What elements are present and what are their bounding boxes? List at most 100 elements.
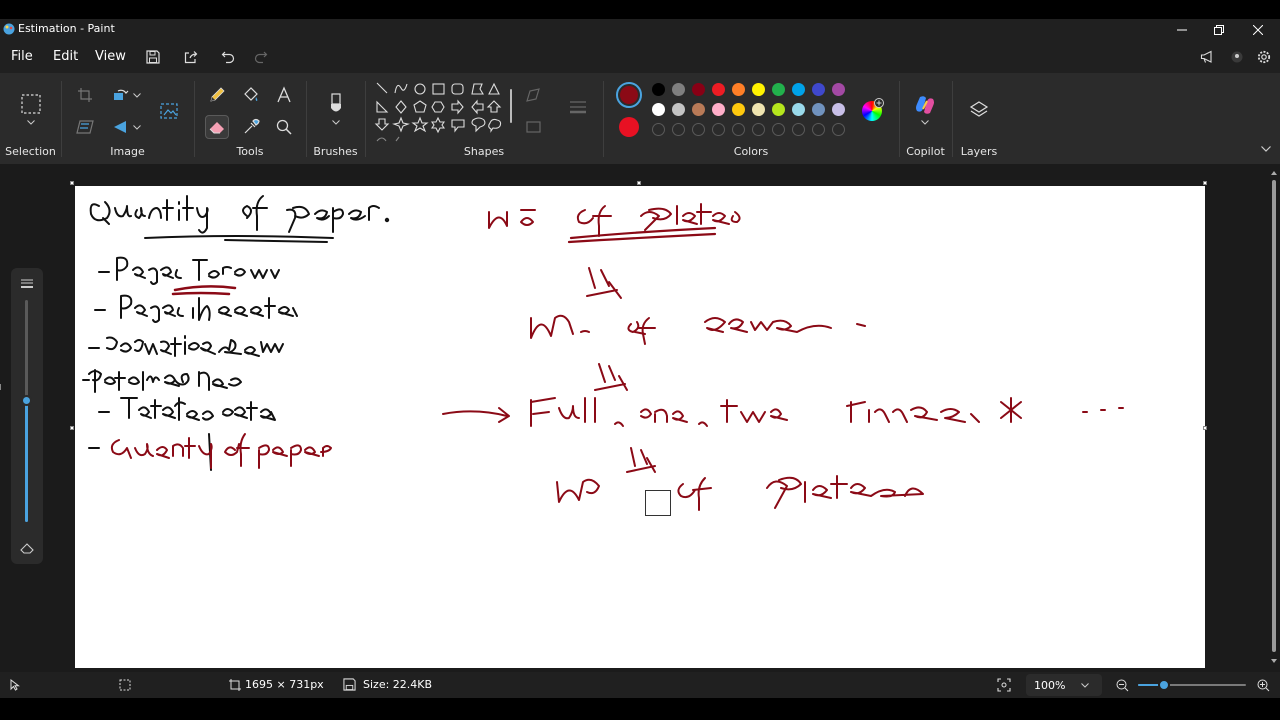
- five-point-star-shape-icon: [411, 116, 429, 133]
- custom-color-slot[interactable]: [812, 123, 825, 136]
- brushes-dropdown[interactable]: [324, 115, 348, 129]
- resize-handle[interactable]: [637, 181, 641, 185]
- eraser-tool[interactable]: [205, 115, 229, 139]
- resize-handle[interactable]: [70, 181, 74, 185]
- crop-icon: [78, 88, 92, 102]
- resize-handle[interactable]: [70, 426, 74, 430]
- flip-button[interactable]: [109, 115, 133, 139]
- zoom-slider-thumb[interactable]: [1157, 679, 1170, 691]
- line-thickness-icon: [21, 279, 33, 288]
- zoom-select[interactable]: 100%: [1026, 674, 1102, 696]
- fit-to-window-button[interactable]: [995, 676, 1013, 694]
- restore-icon: [1214, 25, 1224, 35]
- vertical-scrollbar[interactable]: [1270, 170, 1278, 668]
- color-swatch[interactable]: [672, 83, 685, 96]
- edit-colors-button[interactable]: [862, 98, 884, 121]
- image-creator-button[interactable]: [158, 99, 182, 123]
- pencil-tool[interactable]: [205, 83, 229, 107]
- selection-size-icon: [119, 679, 131, 691]
- eraser-cursor: [645, 490, 671, 516]
- custom-color-slot[interactable]: [772, 123, 785, 136]
- share-button[interactable]: [181, 47, 201, 67]
- custom-color-slot[interactable]: [692, 123, 705, 136]
- redo-button[interactable]: [251, 47, 271, 67]
- color-swatch[interactable]: [692, 103, 705, 116]
- fill-button[interactable]: [522, 115, 546, 139]
- custom-color-slot[interactable]: [652, 123, 665, 136]
- maximize-button[interactable]: [1199, 19, 1239, 41]
- zoom-in-button[interactable]: [1254, 676, 1272, 694]
- triangle-shape-icon: [488, 82, 500, 95]
- menu-view[interactable]: View: [95, 49, 126, 64]
- resize-handle[interactable]: [1203, 426, 1207, 430]
- color-swatch[interactable]: [832, 83, 845, 96]
- drawing-canvas[interactable]: [75, 186, 1205, 668]
- color-swatch[interactable]: [652, 83, 665, 96]
- menu-edit[interactable]: Edit: [53, 49, 78, 64]
- megaphone-icon: [1200, 50, 1212, 63]
- secondary-color-button[interactable]: [619, 117, 639, 137]
- scrollbar-thumb[interactable]: [1272, 180, 1276, 652]
- color-swatch[interactable]: [792, 83, 805, 96]
- color-swatch[interactable]: [732, 103, 745, 116]
- save-button[interactable]: [143, 47, 163, 67]
- account-button[interactable]: [1227, 47, 1247, 67]
- custom-color-slot[interactable]: [832, 123, 845, 136]
- fill-tool[interactable]: [239, 83, 263, 107]
- custom-color-slot[interactable]: [672, 123, 685, 136]
- primary-color-button[interactable]: [616, 82, 642, 108]
- color-swatch[interactable]: [752, 103, 765, 116]
- color-swatch[interactable]: [712, 83, 725, 96]
- text-tool[interactable]: [272, 83, 296, 107]
- rotate-button[interactable]: [109, 83, 133, 107]
- scroll-up-icon: [1271, 171, 1277, 175]
- line-shape-icon: [376, 82, 388, 94]
- ribbon-collapse-button[interactable]: [1256, 139, 1276, 159]
- selection-dropdown[interactable]: [19, 115, 43, 129]
- color-swatch[interactable]: [772, 103, 785, 116]
- custom-color-slot[interactable]: [792, 123, 805, 136]
- color-swatch[interactable]: [812, 83, 825, 96]
- resize-button[interactable]: [73, 115, 97, 139]
- undo-button[interactable]: [218, 47, 238, 67]
- minimize-button[interactable]: [1162, 19, 1202, 41]
- color-swatch[interactable]: [752, 83, 765, 96]
- close-button[interactable]: [1238, 19, 1278, 41]
- color-swatch[interactable]: [812, 103, 825, 116]
- outline-button[interactable]: [522, 83, 546, 107]
- color-swatch[interactable]: [772, 83, 785, 96]
- feedback-button[interactable]: [1197, 47, 1217, 67]
- color-picker-tool[interactable]: [239, 115, 263, 139]
- layers-button[interactable]: [967, 98, 991, 122]
- brush-size-panel: [11, 268, 43, 564]
- copilot-button[interactable]: [913, 93, 937, 117]
- copilot-dropdown[interactable]: [913, 116, 937, 128]
- menu-file[interactable]: File: [11, 49, 33, 64]
- color-swatch[interactable]: [732, 83, 745, 96]
- brush-size-thumb[interactable]: [21, 394, 32, 406]
- settings-button[interactable]: [1254, 47, 1274, 67]
- flip-icon: [114, 121, 126, 133]
- selection-button[interactable]: [19, 92, 43, 116]
- color-swatch[interactable]: [672, 103, 685, 116]
- custom-color-slot[interactable]: [712, 123, 725, 136]
- shapes-scrollbar[interactable]: [510, 89, 512, 123]
- pane-splitter[interactable]: [0, 384, 4, 390]
- brushes-button[interactable]: [324, 92, 348, 116]
- crop-button[interactable]: [73, 83, 97, 107]
- color-swatch[interactable]: [712, 103, 725, 116]
- resize-handle[interactable]: [1203, 181, 1207, 185]
- zoom-out-button[interactable]: [1113, 676, 1131, 694]
- shape-size-button[interactable]: [566, 95, 590, 119]
- color-swatch[interactable]: [652, 103, 665, 116]
- color-swatch[interactable]: [692, 83, 705, 96]
- magnifier-tool[interactable]: [272, 115, 296, 139]
- color-swatch[interactable]: [792, 103, 805, 116]
- shapes-gallery[interactable]: [373, 81, 508, 145]
- custom-color-slot[interactable]: [732, 123, 745, 136]
- rotate-icon: [114, 89, 129, 100]
- flip-dropdown[interactable]: [132, 119, 142, 135]
- custom-color-slot[interactable]: [752, 123, 765, 136]
- color-swatch[interactable]: [832, 103, 845, 116]
- rotate-dropdown[interactable]: [132, 87, 142, 103]
